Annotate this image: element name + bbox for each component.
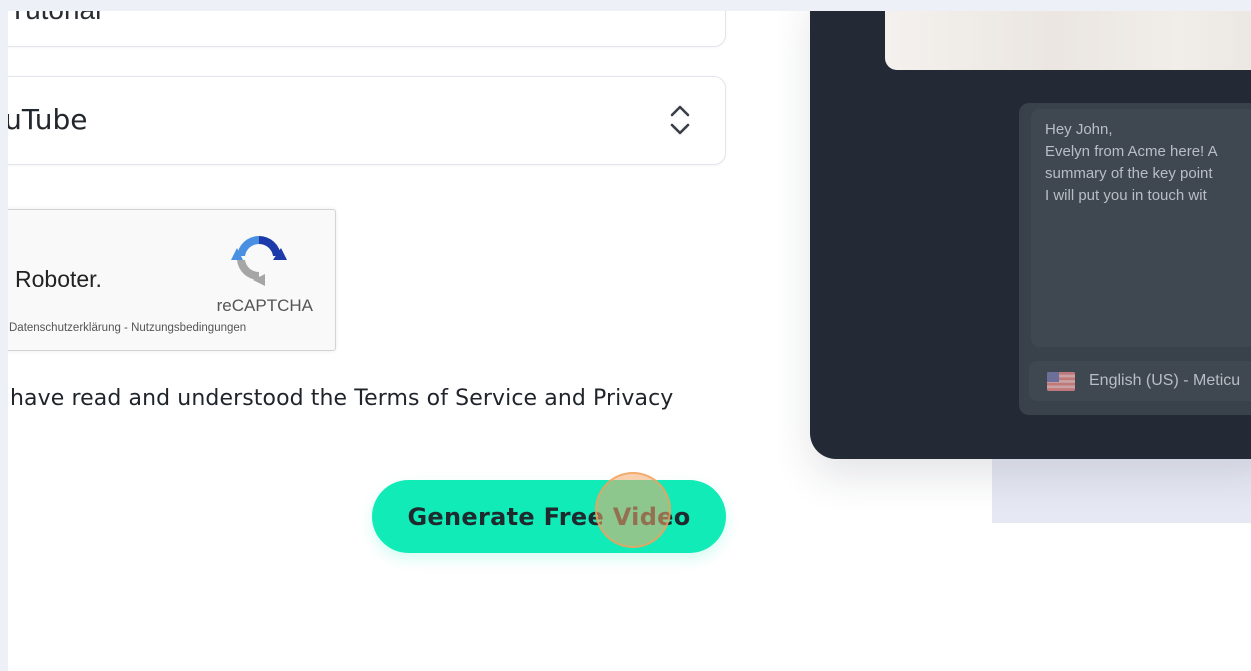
message-line: I will put you in touch wit [1045, 187, 1207, 204]
message-panel: Hey John, Evelyn from Acme here! A summa… [1019, 103, 1251, 415]
click-indicator [595, 472, 671, 548]
platform-select[interactable]: ouTube [8, 76, 726, 165]
recaptcha-links[interactable]: Datenschutzerklärung - Nutzungsbedingung… [9, 322, 246, 334]
message-line: summary of the key point [1045, 165, 1213, 182]
language-select[interactable]: English (US) - Meticu [1029, 361, 1251, 401]
top-text-field[interactable]: Tutorial [8, 11, 726, 47]
generate-free-video-button[interactable]: Generate Free Video [372, 480, 726, 553]
recaptcha-logo-icon [231, 235, 287, 286]
message-textarea[interactable]: Hey John, Evelyn from Acme here! A summa… [1031, 109, 1251, 347]
preview-backdrop [992, 457, 1251, 523]
page-content: Tutorial ouTube Roboter. reCAPTCHA Daten… [8, 11, 1251, 671]
platform-select-value: ouTube [8, 103, 88, 136]
language-label: English (US) - Meticu [1089, 372, 1241, 389]
chevron-updown-icon [670, 105, 690, 135]
top-field-text: Tutorial [9, 11, 101, 26]
terms-text: have read and understood the Terms of Se… [10, 386, 674, 411]
recaptcha-widget[interactable]: Roboter. reCAPTCHA Datenschutzerklärung … [8, 209, 336, 351]
message-line: Hey John, [1045, 121, 1113, 138]
message-line: Evelyn from Acme here! A [1045, 143, 1218, 160]
recaptcha-brand: reCAPTCHA [216, 296, 313, 315]
us-flag-icon [1047, 371, 1075, 391]
video-preview-panel: Hey John, Evelyn from Acme here! A summa… [810, 11, 1251, 459]
recaptcha-label: Roboter. [15, 266, 102, 292]
video-thumbnail [885, 11, 1251, 70]
